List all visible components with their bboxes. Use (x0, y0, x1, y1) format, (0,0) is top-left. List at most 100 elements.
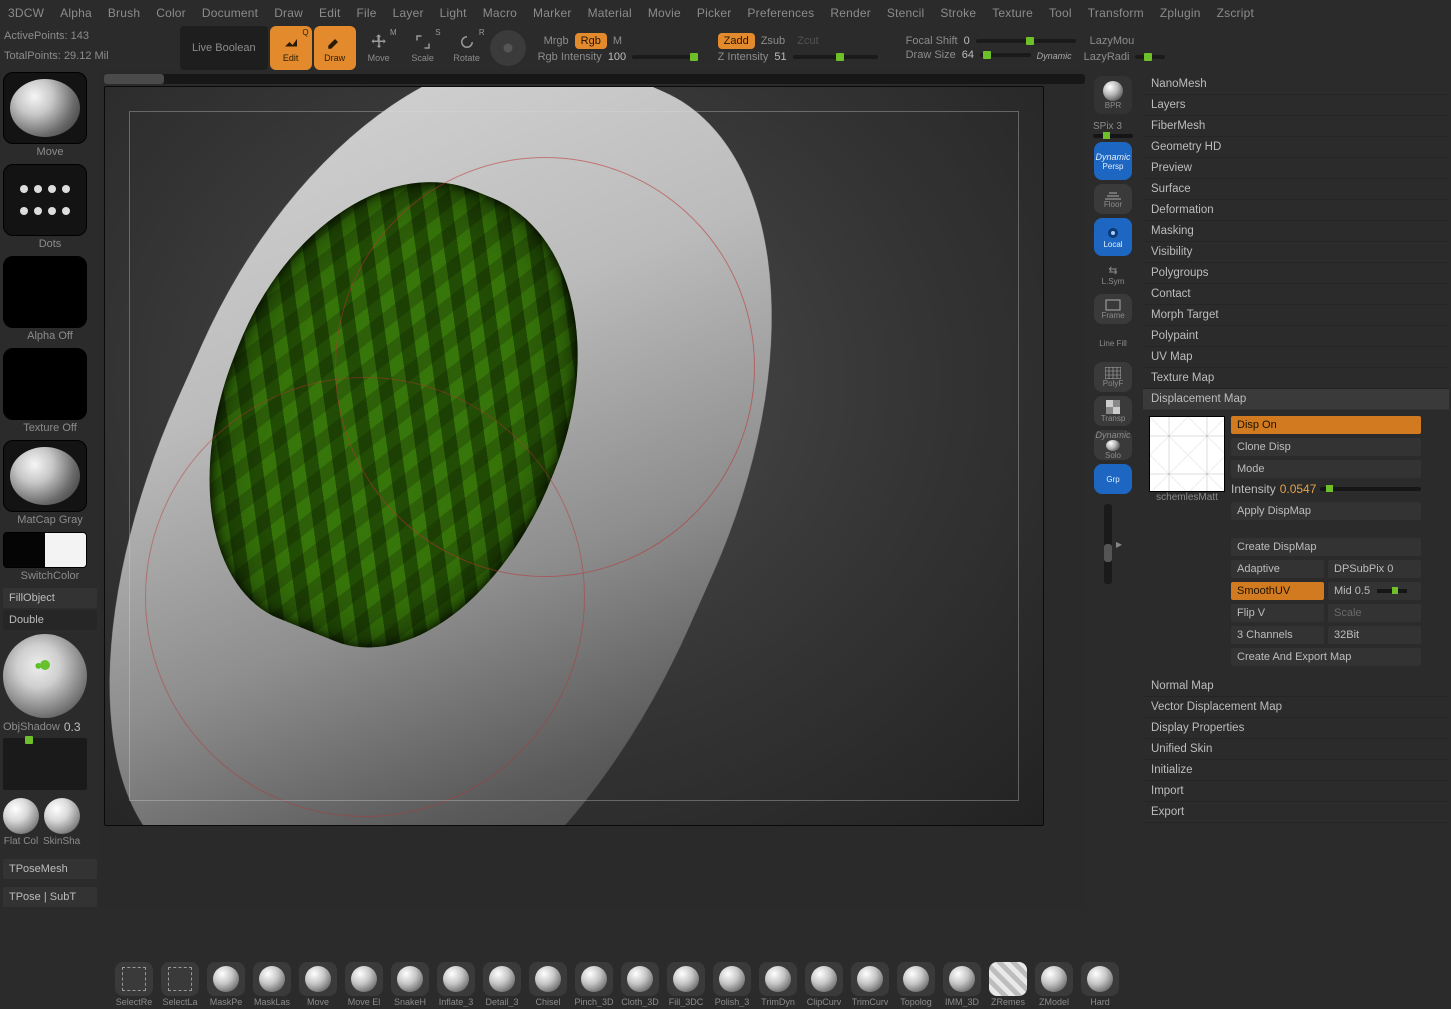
section-export[interactable]: Export (1143, 802, 1449, 823)
menu-stroke[interactable]: Stroke (932, 2, 984, 24)
lazyradius-slider[interactable]: LazyRadi (1084, 51, 1166, 63)
section-geometry-hd[interactable]: Geometry HD (1143, 137, 1449, 158)
stroke-thumb[interactable] (3, 164, 87, 236)
brush-selectre[interactable]: SelectRe (112, 962, 156, 1007)
lsym-button[interactable]: ⇆L.Sym (1094, 260, 1132, 290)
section-displacement-map[interactable]: Displacement Map (1143, 389, 1449, 410)
draw-mode-button[interactable]: Draw (314, 26, 356, 70)
section-morph-target[interactable]: Morph Target (1143, 305, 1449, 326)
menu-brush[interactable]: Brush (100, 2, 148, 24)
alpha-thumb[interactable] (3, 256, 87, 328)
rgb-chip[interactable]: Rgb (575, 33, 607, 49)
brush-chisel[interactable]: Chisel (526, 962, 570, 1007)
create-export-map-button[interactable]: Create And Export Map (1231, 648, 1421, 666)
section-uv-map[interactable]: UV Map (1143, 347, 1449, 368)
brush-trimdyn[interactable]: TrimDyn (756, 962, 800, 1007)
menu-zscript[interactable]: Zscript (1209, 2, 1262, 24)
brush-cloth-3d[interactable]: Cloth_3D (618, 962, 662, 1007)
brush-maskpe[interactable]: MaskPe (204, 962, 248, 1007)
disp-mode-button[interactable]: Mode (1231, 460, 1421, 478)
brush-clipcurv[interactable]: ClipCurv (802, 962, 846, 1007)
mrgb-chip[interactable]: Mrgb (538, 33, 575, 49)
tposemesh-button[interactable]: TPoseMesh (3, 859, 97, 879)
lazymouse-label[interactable]: LazyMou (1084, 33, 1166, 49)
brush-masklas[interactable]: MaskLas (250, 962, 294, 1007)
brush-zmodel[interactable]: ZModel (1032, 962, 1076, 1007)
section-visibility[interactable]: Visibility (1143, 242, 1449, 263)
create-dispmap-button[interactable]: Create DispMap (1231, 538, 1421, 556)
flipv-button[interactable]: Flip V (1231, 604, 1324, 622)
viewport-v-scroll[interactable] (1104, 504, 1112, 584)
brush-move-el[interactable]: Move El (342, 962, 386, 1007)
menu-marker[interactable]: Marker (525, 2, 580, 24)
smoothuv-button[interactable]: SmoothUV (1231, 582, 1324, 600)
skinshade-ball[interactable] (44, 798, 80, 834)
menu-render[interactable]: Render (822, 2, 879, 24)
z-intensity-slider[interactable]: Z Intensity 51 (718, 51, 878, 63)
menu-edit[interactable]: Edit (311, 2, 348, 24)
section-import[interactable]: Import (1143, 781, 1449, 802)
brush-detail-3[interactable]: Detail_3 (480, 962, 524, 1007)
menu-layer[interactable]: Layer (385, 2, 432, 24)
material-thumb[interactable] (3, 440, 87, 512)
brush-selectla[interactable]: SelectLa (158, 962, 202, 1007)
flatcolor-ball[interactable] (3, 798, 39, 834)
live-boolean-button[interactable]: Live Boolean (180, 26, 268, 70)
brush-inflate-3[interactable]: Inflate_3 (434, 962, 478, 1007)
adaptive-button[interactable]: Adaptive (1231, 560, 1324, 578)
section-texture-map[interactable]: Texture Map (1143, 368, 1449, 389)
double-button[interactable]: Double (3, 610, 97, 630)
floor-button[interactable]: Floor (1094, 184, 1132, 214)
viewport-h-scroll[interactable] (104, 74, 1085, 84)
section-layers[interactable]: Layers (1143, 95, 1449, 116)
obj-shadow-ball[interactable] (3, 632, 93, 718)
section-preview[interactable]: Preview (1143, 158, 1449, 179)
brush-thumb[interactable] (3, 72, 87, 144)
menu-draw[interactable]: Draw (266, 2, 311, 24)
section-polygroups[interactable]: Polygroups (1143, 263, 1449, 284)
brush-imm-3d[interactable]: IMM_3D (940, 962, 984, 1007)
menu-stencil[interactable]: Stencil (879, 2, 932, 24)
switch-color[interactable] (3, 532, 87, 568)
zcut-chip[interactable]: Zcut (791, 33, 824, 49)
section-nanomesh[interactable]: NanoMesh (1143, 74, 1449, 95)
bpr-button[interactable]: BPR (1094, 76, 1132, 114)
rgb-intensity-slider[interactable]: Rgb Intensity 100 (538, 51, 698, 63)
section-deformation[interactable]: Deformation (1143, 200, 1449, 221)
brush-move[interactable]: Move (296, 962, 340, 1007)
transp-button[interactable]: Transp (1094, 396, 1132, 426)
right-expand-icon[interactable]: ▸ (1116, 537, 1122, 551)
brush-trimcurv[interactable]: TrimCurv (848, 962, 892, 1007)
rotate-mode-button[interactable]: RRotate (446, 26, 488, 70)
brush-polish-3[interactable]: Polish_3 (710, 962, 754, 1007)
tpose-subt-button[interactable]: TPose | SubT (3, 887, 97, 907)
section-display-properties[interactable]: Display Properties (1143, 718, 1449, 739)
dynamic-toggle[interactable]: Dynamic (1037, 51, 1076, 61)
menu-picker[interactable]: Picker (689, 2, 740, 24)
brush-snakeh[interactable]: SnakeH (388, 962, 432, 1007)
brush-pinch-3d[interactable]: Pinch_3D (572, 962, 616, 1007)
section-masking[interactable]: Masking (1143, 221, 1449, 242)
edit-mode-button[interactable]: QEdit (270, 26, 312, 70)
section-fibermesh[interactable]: FiberMesh (1143, 116, 1449, 137)
menu-transform[interactable]: Transform (1080, 2, 1152, 24)
section-unified-skin[interactable]: Unified Skin (1143, 739, 1449, 760)
menu-texture[interactable]: Texture (984, 2, 1041, 24)
3channels-button[interactable]: 3 Channels (1231, 626, 1324, 644)
menu-alpha[interactable]: Alpha (52, 2, 100, 24)
menu-3dcw[interactable]: 3DCW (0, 2, 52, 24)
32bit-button[interactable]: 32Bit (1328, 626, 1421, 644)
obj-shadow-slider[interactable] (25, 736, 33, 744)
section-surface[interactable]: Surface (1143, 179, 1449, 200)
menu-macro[interactable]: Macro (475, 2, 525, 24)
brush-hard[interactable]: Hard (1078, 962, 1122, 1007)
disp-on-button[interactable]: Disp On (1231, 416, 1421, 434)
brush-zremes[interactable]: ZRemes (986, 962, 1030, 1007)
focal-shift-slider[interactable]: Focal Shift 0 (906, 35, 1076, 47)
menu-movie[interactable]: Movie (640, 2, 689, 24)
frame-button[interactable]: Frame (1094, 294, 1132, 324)
brush-fill-3dc[interactable]: Fill_3DC (664, 962, 708, 1007)
zsub-chip[interactable]: Zsub (755, 33, 791, 49)
move-mode-button[interactable]: MMove (358, 26, 400, 70)
persp-button[interactable]: Dynamic Persp (1094, 142, 1132, 180)
